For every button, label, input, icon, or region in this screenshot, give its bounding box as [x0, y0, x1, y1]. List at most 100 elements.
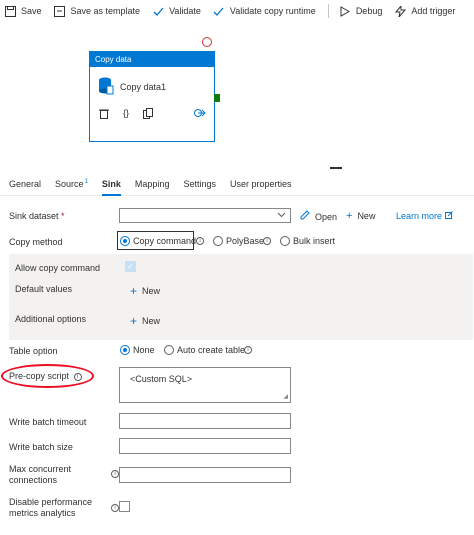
save-template-icon	[54, 5, 66, 17]
code-icon[interactable]: {}	[120, 107, 132, 119]
pre-copy-script-label: Pre-copy script i	[9, 371, 82, 381]
new-dataset-button[interactable]: + New	[346, 210, 375, 222]
copy-icon[interactable]	[142, 107, 154, 119]
pencil-icon	[300, 210, 310, 223]
copy-method-copy-command[interactable]: Copy command	[120, 236, 196, 246]
tab-user-properties[interactable]: User properties	[230, 176, 292, 196]
auto-create-table-label: Auto create table	[177, 345, 246, 355]
tab-mapping-label: Mapping	[134, 179, 170, 189]
disable-perf-line2: metrics analytics	[9, 508, 76, 518]
learn-more-link[interactable]: Learn more	[396, 211, 453, 221]
open-label: Open	[315, 211, 338, 222]
validate-copy-runtime-label: Validate copy runtime	[229, 6, 316, 16]
tab-user-properties-label: User properties	[229, 179, 292, 189]
info-icon: i	[111, 470, 119, 478]
validate-copy-runtime-button[interactable]: Validate copy runtime	[213, 5, 316, 17]
plus-icon: +	[346, 210, 353, 222]
delete-icon[interactable]	[98, 107, 110, 119]
save-icon	[4, 5, 16, 17]
learn-more-label: Learn more	[396, 211, 443, 221]
info-icon: i	[263, 237, 271, 245]
external-link-icon	[445, 211, 453, 221]
properties-tabs: General Source1 Sink Mapping Settings Us…	[0, 176, 474, 196]
max-concurrent-line1: Max concurrent	[9, 464, 72, 474]
pipeline-canvas[interactable]: Copy data Copy data1 {}	[0, 22, 474, 169]
pane-splitter[interactable]	[330, 167, 342, 169]
table-option-label: Table option	[9, 346, 58, 356]
default-values-new-button[interactable]: + New	[130, 283, 161, 298]
copy-method-label: Copy method	[9, 237, 63, 247]
checkmark-icon	[213, 5, 225, 17]
table-option-auto-create[interactable]: Auto create table	[164, 345, 245, 355]
radio-unchecked[interactable]	[280, 236, 290, 246]
tab-source-badge: 1	[84, 179, 88, 185]
tab-sink[interactable]: Sink	[101, 176, 121, 196]
radio-checked[interactable]	[120, 236, 130, 246]
write-batch-size-input[interactable]	[119, 438, 291, 454]
output-arrow-icon[interactable]	[194, 107, 206, 119]
annotation-circle	[202, 37, 212, 47]
additional-options-new-label: New	[142, 316, 161, 326]
save-as-template-button[interactable]: Save as template	[54, 5, 141, 17]
radio-unchecked[interactable]	[164, 345, 174, 355]
pre-copy-script-label-text: Pre-copy script	[9, 371, 70, 381]
radio-unchecked[interactable]	[213, 236, 223, 246]
add-trigger-button[interactable]: Add trigger	[394, 5, 455, 17]
tab-settings[interactable]: Settings	[183, 176, 216, 196]
default-values-new-label: New	[142, 286, 161, 296]
write-batch-size-label: Write batch size	[9, 442, 73, 452]
plus-icon: +	[130, 283, 138, 298]
polybase-label: PolyBase	[226, 236, 265, 246]
save-as-template-label: Save as template	[70, 6, 141, 16]
max-concurrent-connections-label: Max concurrent connections	[9, 464, 71, 486]
checkmark-icon	[152, 5, 164, 17]
add-trigger-label: Add trigger	[411, 6, 456, 16]
success-handle[interactable]	[214, 94, 220, 102]
additional-options-new-button[interactable]: + New	[130, 313, 161, 328]
additional-options-label: Additional options	[15, 314, 87, 324]
play-icon	[339, 5, 351, 17]
info-icon: i	[244, 346, 252, 354]
max-concurrent-line2: connections	[9, 475, 58, 485]
save-label: Save	[21, 6, 42, 16]
allow-copy-command-label: Allow copy command	[15, 263, 101, 273]
save-button[interactable]: Save	[4, 5, 42, 17]
disable-perf-line1: Disable performance	[9, 497, 93, 507]
copy-data-activity[interactable]: Copy data Copy data1 {}	[89, 51, 215, 142]
tab-source[interactable]: Source1	[55, 176, 88, 196]
disable-performance-metrics-label: Disable performance metrics analytics	[9, 497, 92, 519]
new-label: New	[357, 211, 376, 221]
tab-mapping[interactable]: Mapping	[135, 176, 170, 196]
tab-general[interactable]: General	[9, 176, 41, 196]
pre-copy-script-input[interactable]: <Custom SQL> ◢	[119, 367, 291, 403]
sink-dataset-dropdown[interactable]	[119, 208, 291, 223]
validate-button[interactable]: Validate	[152, 5, 201, 17]
copy-method-polybase[interactable]: PolyBase	[213, 236, 264, 246]
resize-grip-icon[interactable]: ◢	[283, 393, 288, 400]
activity-type: Copy data	[90, 52, 214, 67]
bulk-insert-label: Bulk insert	[293, 236, 336, 246]
disable-performance-metrics-checkbox[interactable]	[119, 501, 130, 512]
table-option-none[interactable]: None	[120, 345, 155, 355]
required-mark: *	[61, 211, 65, 221]
sink-dataset-label-text: Sink dataset	[9, 211, 59, 221]
allow-copy-command-checkbox[interactable]: ✓	[125, 261, 136, 272]
radio-checked[interactable]	[120, 345, 130, 355]
tab-sink-label: Sink	[101, 179, 121, 189]
info-icon: i	[196, 237, 204, 245]
max-concurrent-connections-input[interactable]	[119, 467, 291, 483]
plus-icon: +	[130, 313, 138, 328]
open-dataset-button[interactable]: Open	[300, 210, 337, 223]
sink-dataset-label: Sink dataset *	[9, 211, 65, 221]
copy-method-bulk-insert[interactable]: Bulk insert	[280, 236, 335, 246]
database-icon	[98, 77, 114, 97]
copy-command-label: Copy command	[133, 236, 197, 246]
pre-copy-script-value: <Custom SQL>	[130, 374, 193, 384]
write-batch-timeout-input[interactable]	[119, 413, 291, 429]
write-batch-timeout-label: Write batch timeout	[9, 417, 87, 427]
toolbar: Save Save as template Validate Validate …	[0, 0, 474, 22]
toolbar-divider	[327, 4, 329, 18]
chevron-down-icon	[277, 210, 286, 221]
debug-button[interactable]: Debug	[339, 5, 382, 17]
tab-general-label: General	[9, 179, 42, 189]
